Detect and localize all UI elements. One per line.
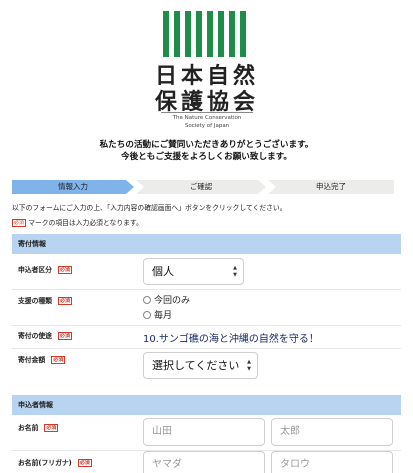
step-confirm: ご確認 <box>136 180 266 194</box>
row-name: お名前 必須 山田 太郎 <box>12 415 401 451</box>
applicant-type-select[interactable]: 個人 ▲ ▼ <box>143 258 244 285</box>
row-support-kind: 支援の種類 必須 今回のみ 毎月 <box>12 290 401 326</box>
logo-english-line1: The Nature Conservation <box>172 115 242 121</box>
last-name-input[interactable]: 山田 <box>143 418 265 446</box>
required-note-text: マークの項目は入力必須となります。 <box>28 219 143 227</box>
support-kind-label: 支援の種類 必須 <box>18 297 72 305</box>
section-applicant-heading: 申込者情報 <box>12 395 401 415</box>
row-amount: 寄付金額 必須 選択してください ▲ ▼ <box>12 349 401 383</box>
thanks-message-line1: 私たちの活動にご賛同いただきありがとうございます。 <box>99 140 314 150</box>
support-once-radio[interactable]: 今回のみ <box>143 293 190 306</box>
logo-divider <box>161 112 253 113</box>
logo-english-line2: Society of Japan <box>184 123 230 129</box>
row-applicant-type: 申込者区分 必須 個人 ▲ ▼ <box>12 254 401 290</box>
required-badge: 必須 <box>77 459 92 467</box>
support-monthly-radio[interactable]: 毎月 <box>143 308 172 321</box>
form-instructions: 以下のフォームにご入力の上、「入力内容の確認画面へ」ボタンをクリックしてください… <box>12 204 287 212</box>
step-input: 情報入力 <box>12 180 134 194</box>
step-confirm-label: ご確認 <box>189 182 213 191</box>
required-badge: 必須 <box>57 332 72 340</box>
purpose-value: 10.サンゴ礁の海と沖縄の自然を守る！ <box>143 334 319 345</box>
name-kana-label: お名前(フリガナ) 必須 <box>18 459 92 467</box>
name-label: お名前 必須 <box>18 424 59 432</box>
step-complete: 申込完了 <box>268 180 394 194</box>
radio-circle-icon <box>143 311 151 319</box>
first-kana-input[interactable]: タロウ <box>271 451 393 473</box>
step-complete-label: 申込完了 <box>316 182 346 191</box>
amount-label: 寄付金額 必須 <box>18 356 66 364</box>
required-badge: 必須 <box>44 424 59 432</box>
radio-circle-icon <box>143 296 151 304</box>
select-arrows-icon: ▲ ▼ <box>247 359 251 372</box>
last-kana-input[interactable]: ヤマダ <box>143 451 265 473</box>
first-name-input[interactable]: 太郎 <box>271 418 393 446</box>
step-input-label: 情報入力 <box>58 182 88 191</box>
select-arrows-icon: ▲ ▼ <box>233 265 237 278</box>
purpose-label: 寄付の使途 必須 <box>18 332 72 340</box>
amount-select[interactable]: 選択してください ▲ ▼ <box>143 352 258 379</box>
thanks-message-line2: 今後ともご支援をよろしくお願い致します。 <box>120 152 293 162</box>
required-note: 必須 マークの項目は入力必須となります。 <box>12 217 143 227</box>
section-donation-heading: 寄付情報 <box>12 234 401 254</box>
applicant-type-label: 申込者区分 必須 <box>18 266 72 274</box>
required-badge: 必須 <box>51 356 66 364</box>
logo-stripes-icon <box>163 11 251 57</box>
required-badge: 必須 <box>57 266 72 274</box>
step-indicator: 情報入力 ご確認 申込完了 <box>12 180 394 194</box>
row-purpose: 寄付の使途 必須 10.サンゴ礁の海と沖縄の自然を守る！ <box>12 326 401 349</box>
required-badge: 必須 <box>57 297 72 305</box>
required-badge: 必須 <box>12 219 27 227</box>
row-name-kana: お名前(フリガナ) 必須 ヤマダ タロウ <box>12 451 401 473</box>
